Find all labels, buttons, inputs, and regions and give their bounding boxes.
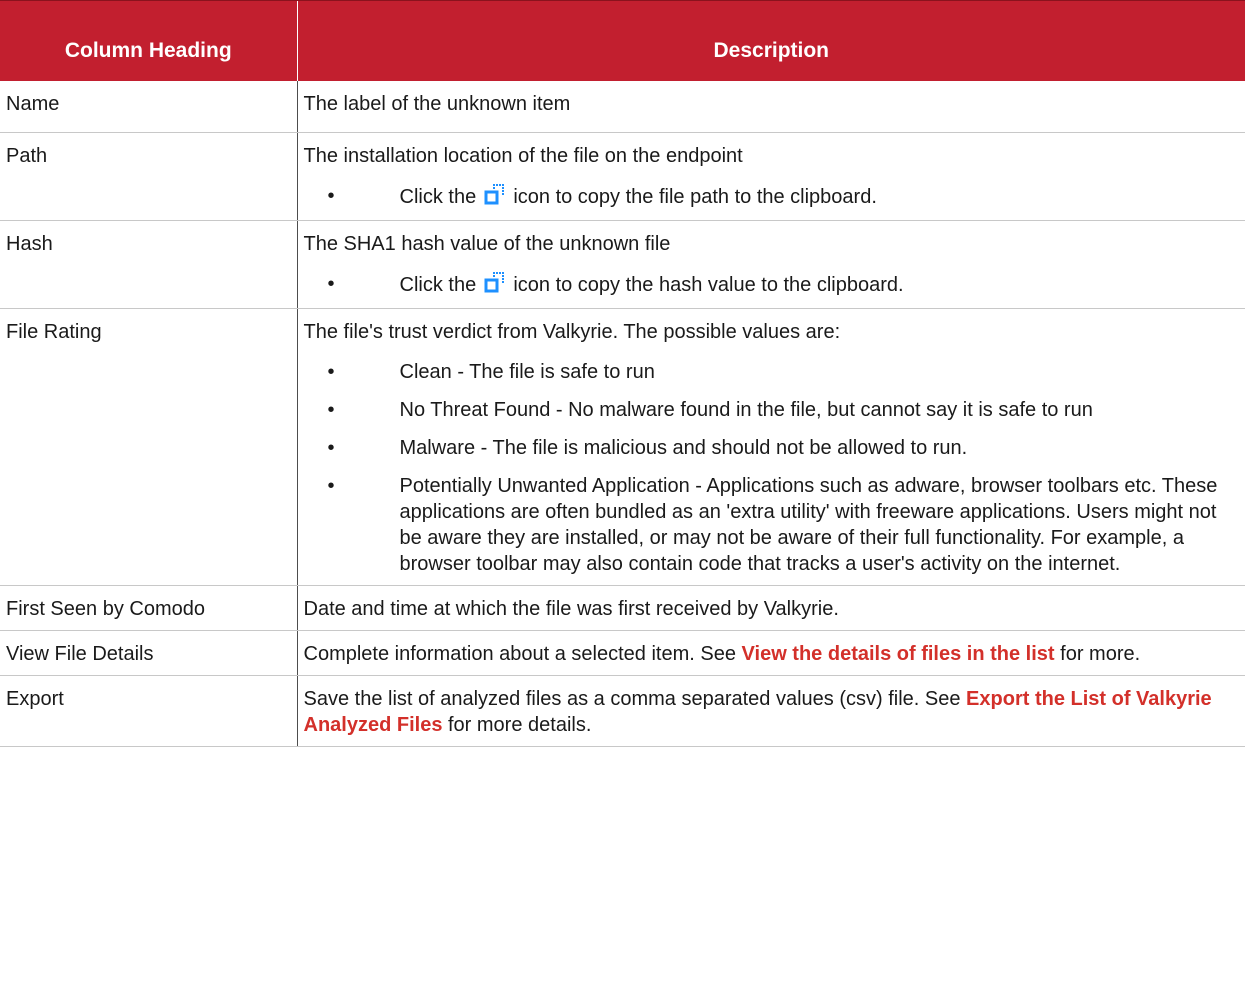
view-file-details-link[interactable]: View the details of files in the list [742, 643, 1055, 665]
description-text: The SHA1 hash value of the unknown file [303, 233, 671, 255]
list-item: • Clean - The file is safe to run [304, 359, 1242, 385]
table-row-path: Path The installation location of the fi… [0, 132, 1245, 221]
bullet-list: • Click the [304, 183, 1242, 212]
bullet-text-pre: Click the [399, 274, 477, 296]
row-heading: View File Details [0, 630, 298, 676]
bullet-icon: • [327, 361, 335, 383]
row-description: Complete information about a selected it… [297, 630, 1245, 676]
description-text: The installation location of the file on… [303, 145, 743, 167]
bullet-icon: • [327, 185, 335, 207]
bullet-text-post: icon to copy the file path to the clipbo… [513, 186, 877, 208]
row-heading: Hash [0, 220, 298, 309]
copy-icon[interactable] [484, 271, 506, 300]
description-text: The file's trust verdict from Valkyrie. … [303, 321, 841, 343]
column-description-table: Column Heading Description Name The labe… [0, 0, 1245, 747]
row-heading: Name [0, 80, 298, 133]
row-heading: File Rating [0, 308, 298, 586]
copy-icon[interactable] [484, 183, 506, 212]
bullet-text: Malware - The file is malicious and shou… [399, 437, 968, 459]
column-heading-header: Column Heading [0, 0, 297, 81]
list-item: • Potentially Unwanted Application - Appl… [304, 473, 1242, 577]
bullet-text: Clean - The file is safe to run [399, 361, 655, 383]
table-row-hash: Hash The SHA1 hash value of the unknown … [0, 220, 1245, 309]
table-row-export: Export Save the list of analyzed files a… [0, 675, 1245, 747]
bullet-icon: • [327, 437, 335, 459]
table-header-row: Column Heading Description [0, 0, 1245, 81]
row-description: The file's trust verdict from Valkyrie. … [297, 308, 1245, 586]
description-text-post: for more. [1060, 643, 1141, 665]
table-row-view-file-details: View File Details Complete information a… [0, 630, 1245, 676]
bullet-text: No Threat Found - No malware found in th… [399, 399, 1093, 421]
bullet-list: • Click the [304, 271, 1242, 300]
row-description: Save the list of analyzed files as a com… [297, 675, 1245, 747]
row-description: The installation location of the file on… [297, 132, 1245, 221]
row-description: The SHA1 hash value of the unknown file … [297, 220, 1245, 309]
list-item: • No Threat Found - No malware found in t… [304, 397, 1242, 423]
bullet-text-pre: Click the [399, 186, 477, 208]
bullet-icon: • [327, 475, 335, 497]
list-item: • Malware - The file is malicious and sho… [304, 435, 1242, 461]
row-heading: First Seen by Comodo [0, 585, 298, 631]
description-header: Description [296, 0, 1245, 81]
bullet-text-post: icon to copy the hash value to the clipb… [513, 274, 904, 296]
row-description: Date and time at which the file was firs… [297, 585, 1245, 631]
description-text-post: for more details. [448, 714, 592, 736]
description-text-pre: Complete information about a selected it… [303, 643, 736, 665]
list-item: • Click the [304, 183, 1242, 212]
description-text-pre: Save the list of analyzed files as a com… [303, 688, 961, 710]
table-row-first-seen: First Seen by Comodo Date and time at wh… [0, 585, 1245, 631]
bullet-icon: • [327, 273, 335, 295]
bullet-text: Potentially Unwanted Application - Appli… [399, 475, 1218, 575]
row-description: The label of the unknown item [297, 80, 1245, 133]
row-heading: Export [0, 675, 298, 747]
row-heading: Path [0, 132, 298, 221]
bullet-icon: • [327, 399, 335, 421]
table-row-file-rating: File Rating The file's trust verdict fro… [0, 308, 1245, 586]
list-item: • Click the [304, 271, 1242, 300]
table-row-name: Name The label of the unknown item [0, 80, 1245, 133]
bullet-list: • Clean - The file is safe to run • No Thr… [304, 359, 1242, 577]
